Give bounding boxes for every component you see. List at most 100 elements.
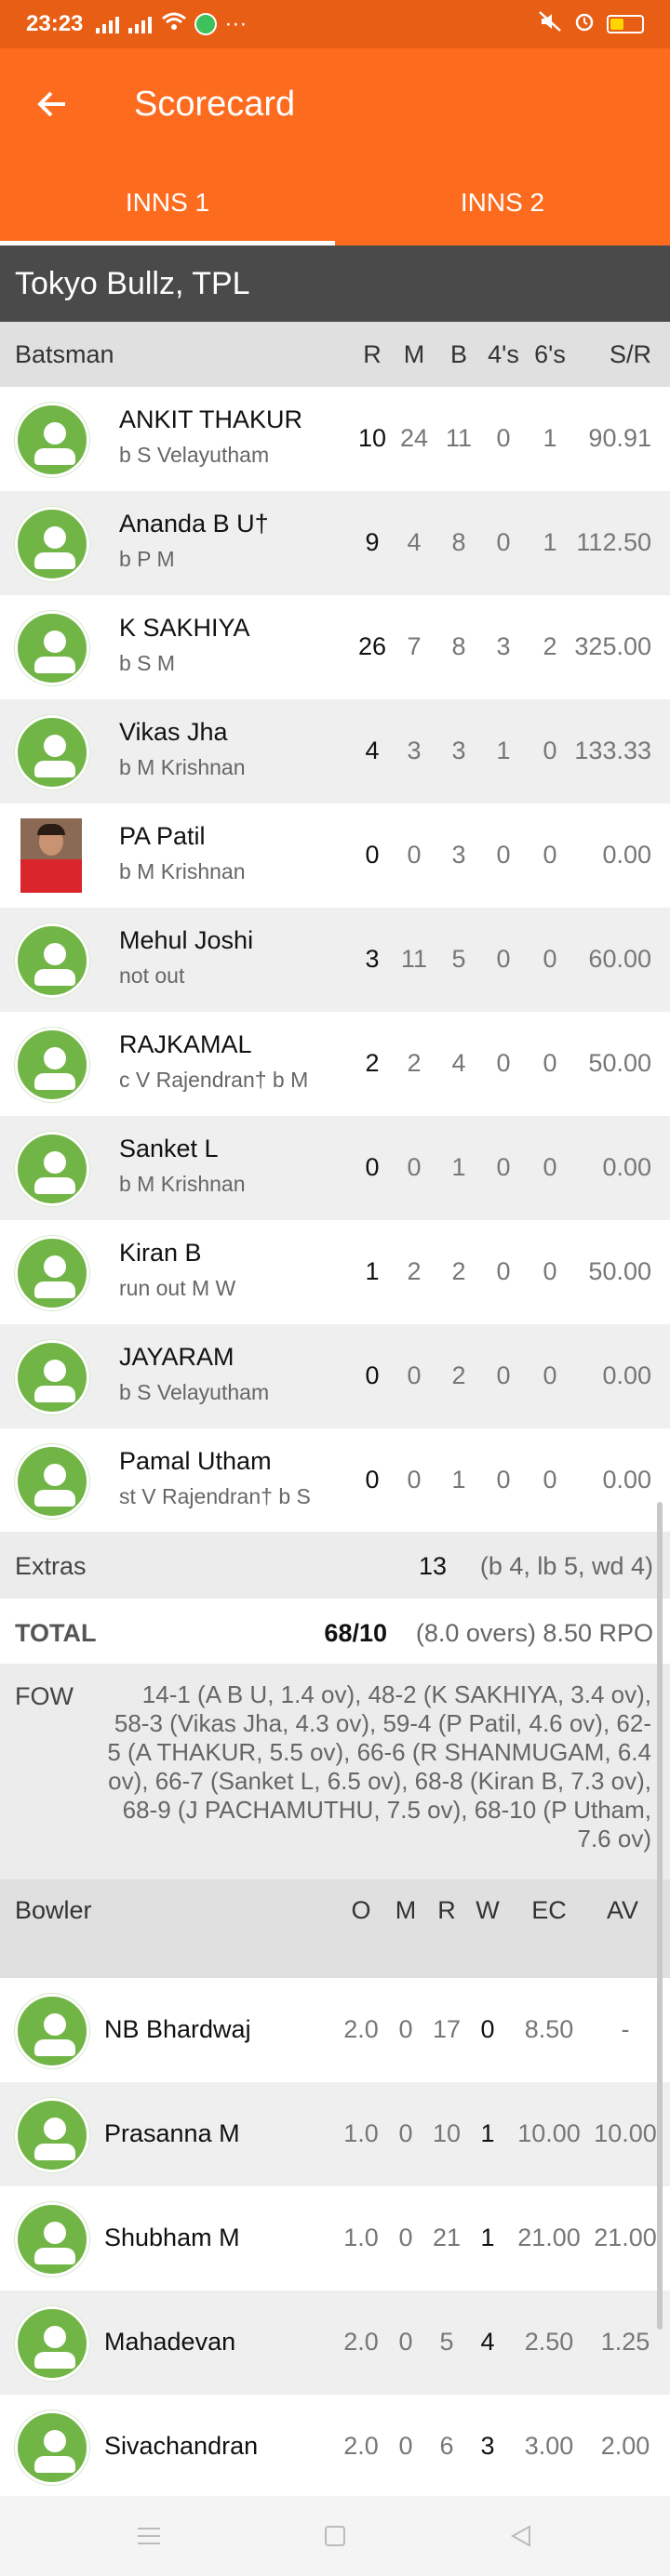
bowler-name[interactable]: NB Bhardwaj [104,2015,251,2044]
user-avatar-icon [15,1340,89,1414]
batsman-name[interactable]: Ananda B U† [119,510,269,538]
batsman-minutes: 0 [407,1361,422,1389]
batsman-row[interactable]: Sanket Lb M Krishnan 0 0 1 0 0 0.00 [0,1116,670,1220]
batsman-minutes: 2 [407,1257,422,1285]
battery-icon [607,15,644,33]
bowler-runs-conceded: 17 [432,2015,462,2043]
total-row: TOTAL 68/10 (8.0 overs) 8.50 RPO [0,1599,670,1664]
batsman-minutes: 11 [400,945,428,973]
fall-of-wickets: FOW 14-1 (A B U, 1.4 ov), 48-2 (K SAKHIY… [0,1664,670,1879]
signal-icon [96,15,120,33]
batsman-row[interactable]: JAYARAM b S Velayutham 0 0 2 0 0 0.00 [0,1324,670,1428]
bowler-maidens: 0 [398,2328,413,2356]
bowler-row[interactable]: Sivachandran 2.0 0 6 3 3.00 2.00 [0,2395,670,2499]
bowler-row[interactable]: Shubham M 1.0 0 21 1 21.00 21.00 [0,2186,670,2291]
status-time: 23:23 [26,11,84,36]
bowler-row[interactable]: Prasanna M 1.0 0 10 1 10.00 10.00 [0,2082,670,2186]
batsman-minutes: 4 [407,528,422,556]
batsman-minutes: 0 [407,1153,422,1181]
batsman-balls: 8 [451,528,466,556]
player-photo [20,818,82,893]
home-icon[interactable] [316,2517,354,2555]
batsman-row[interactable]: ANKIT THAKUR b S Velayutham 10 24 11 0 1 90.91 [0,387,670,491]
user-avatar-icon [15,2306,89,2381]
bowler-economy: 8.50 [524,2015,574,2043]
batsman-row[interactable]: PA Patil b M Krishnan 0 0 3 0 0 0.00 [0,803,670,908]
header-runs-conceded: R [437,1896,456,1924]
header-fours: 4's [488,340,519,368]
scrollbar[interactable] [657,1502,663,2330]
batsman-minutes: 3 [407,737,422,764]
batsman-row[interactable]: Kiran Brun out M W 1 2 2 0 0 50.00 [0,1220,670,1324]
bowler-overs: 2.0 [343,2328,379,2356]
batsman-runs: 0 [365,1466,380,1494]
bowler-name[interactable]: Shubham M [104,2224,240,2252]
bowler-row[interactable]: Mahadevan 2.0 0 5 4 2.50 1.25 [0,2291,670,2395]
total-detail: (8.0 overs) 8.50 RPO [415,1619,653,1647]
dismissal-text: not out [119,963,185,988]
batsman-row[interactable]: Ananda B U† b P M 9 4 8 0 1 112.50 [0,491,670,595]
batsman-name[interactable]: PA Patil [119,822,206,851]
back-nav-icon[interactable] [502,2517,540,2555]
batsman-row[interactable]: Mehul Joshi not out 3 11 5 0 0 60.00 [0,908,670,1012]
batsman-row[interactable]: Vikas Jha b M Krishnan 4 3 3 1 0 133.33 [0,699,670,803]
back-arrow-icon[interactable] [0,48,104,160]
bowler-average: 21.00 [594,2224,657,2251]
batsman-minutes: 2 [407,1049,422,1077]
batsman-fours: 0 [496,841,511,869]
batsman-name[interactable]: JAYARAM [119,1343,234,1372]
bowler-row[interactable]: NB Bhardwaj 2.0 0 17 0 8.50 - [0,1978,670,2082]
batsman-name[interactable]: Sanket L [119,1135,219,1163]
dismissal-text: b P M [119,547,175,571]
batsman-name[interactable]: Mehul Joshi [119,926,253,955]
extras-value: 13 [418,1552,447,1580]
bowler-wickets: 1 [480,2224,495,2251]
dismissal-text: run out M W [119,1276,236,1300]
batsman-runs: 2 [365,1049,380,1077]
bowler-runs-conceded: 21 [432,2224,462,2251]
batsman-fours: 0 [496,1049,511,1077]
bowler-average: 1.25 [600,2328,650,2356]
batsman-fours: 0 [496,1257,511,1285]
team-name: Tokyo Bullz, TPL [0,246,670,322]
bowler-name[interactable]: Mahadevan [104,2328,235,2357]
batsman-balls: 5 [451,945,466,973]
tab-innings-2[interactable]: INNS 2 [335,160,670,246]
bowler-name[interactable]: Prasanna M [104,2119,240,2148]
bowler-maidens: 0 [398,2224,413,2251]
batsman-row[interactable]: RAJKAMAL c V Rajendran† b M 2 2 4 0 0 50.00 [0,1012,670,1116]
user-avatar-icon [15,2098,89,2172]
status-bar: 23:23 ··· [0,0,670,48]
batsman-row[interactable]: K SAKHIYA b S M 26 7 8 3 2 325.00 [0,595,670,699]
batsman-balls: 2 [451,1257,466,1285]
header-balls: B [449,340,467,368]
total-label: TOTAL [15,1619,97,1647]
bowler-average: - [621,2015,630,2043]
batsman-minutes: 0 [407,1466,422,1494]
user-avatar-icon [15,1994,89,2068]
user-avatar-icon [15,1236,89,1310]
batsman-name[interactable]: RAJKAMAL [119,1030,252,1059]
bowler-runs-conceded: 10 [432,2119,462,2147]
bowler-name[interactable]: Sivachandran [104,2432,258,2461]
batsman-row[interactable]: Pamal Utham st V Rajendran† b S 0 0 1 0 0 0.00 [0,1428,670,1533]
alarm-icon [573,10,596,39]
user-avatar-icon [15,1132,89,1206]
batsman-name[interactable]: K SAKHIYA [119,614,250,643]
batsman-name[interactable]: ANKIT THAKUR [119,405,302,434]
bowler-overs: 2.0 [343,2015,379,2043]
bowler-maidens: 0 [398,2432,413,2460]
batsman-name[interactable]: Pamal Utham [119,1447,272,1476]
batsman-name[interactable]: Vikas Jha [119,718,228,747]
batsman-fours: 0 [496,1466,511,1494]
header-runs: R [363,340,382,368]
bowler-overs: 1.0 [343,2224,379,2251]
tab-innings-1[interactable]: INNS 1 [0,160,335,246]
header-minutes: M [403,340,425,368]
dismissal-text: b S Velayutham [119,443,270,467]
header-bowler: Bowler [15,1896,92,1924]
menu-icon[interactable] [130,2517,168,2555]
batsman-minutes: 0 [407,841,422,869]
app-bar: Scorecard [0,48,670,160]
batsman-name[interactable]: Kiran B [119,1239,202,1268]
